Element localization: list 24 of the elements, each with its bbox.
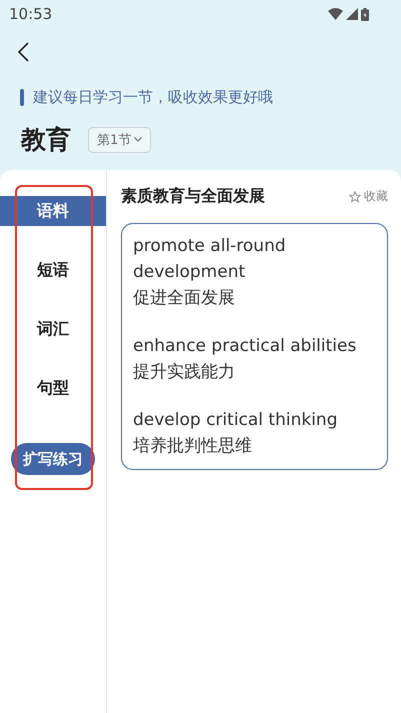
english-phrase: enhance practical abilities xyxy=(133,335,358,358)
status-time: 10:53 xyxy=(9,5,52,23)
star-icon xyxy=(349,190,361,202)
chinese-translation: 提升实践能力 xyxy=(133,361,236,384)
chinese-translation: 培养批判性思维 xyxy=(133,435,253,458)
wifi-icon xyxy=(328,8,343,20)
topic-title: 素质教育与全面发展 xyxy=(121,186,265,207)
practice-button[interactable]: 扩写练习 xyxy=(11,443,95,475)
favorite-button[interactable]: 收藏 xyxy=(349,188,388,205)
page-title: 教育 xyxy=(21,124,71,156)
sidebar-tab[interactable]: 句型 xyxy=(0,373,106,403)
tip-text: 建议每日学习一节，吸收效果更好哦 xyxy=(33,88,273,107)
english-phrase: promote all-round development xyxy=(133,235,287,284)
sidebar-tab[interactable]: 语料 xyxy=(0,196,106,226)
chinese-translation: 促进全面发展 xyxy=(133,287,236,310)
sidebar-tab[interactable]: 短语 xyxy=(0,255,106,285)
back-button[interactable] xyxy=(15,40,31,64)
signal-icon xyxy=(346,8,358,20)
section-dropdown[interactable]: 第1节 xyxy=(88,126,152,152)
english-phrase: develop critical thinking xyxy=(133,409,338,432)
accent-bar xyxy=(20,89,24,106)
chevron-icon xyxy=(134,137,142,142)
battery-icon xyxy=(361,8,369,20)
sidebar-tab[interactable]: 词汇 xyxy=(0,314,106,344)
